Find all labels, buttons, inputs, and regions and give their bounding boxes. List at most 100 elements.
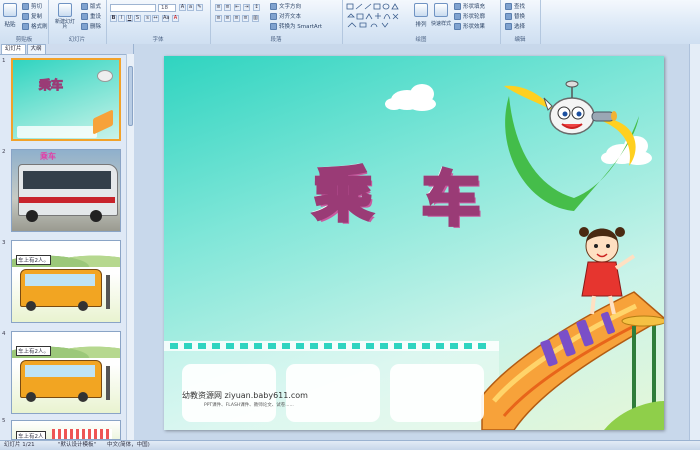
editing-group: 查找 替换 选择 编辑 (500, 0, 541, 44)
slide-editing-area: 乘 车 幼教资源网 ziyuan.baby611.com PPT课件、FLASH… (134, 44, 700, 440)
slide-thumbnail[interactable]: 乘车 (11, 149, 121, 232)
slide-title-char-1[interactable]: 乘 (312, 148, 374, 232)
font-size-combo[interactable]: 18 (158, 4, 176, 12)
tab-outline[interactable]: 大纲 (26, 44, 46, 54)
find-button[interactable]: 查找 (505, 2, 525, 10)
quick-styles-icon (434, 3, 448, 17)
shapes-gallery[interactable] (346, 3, 410, 29)
shape-fill-button[interactable]: 形状填充 (454, 2, 485, 10)
shape-effects-button[interactable]: 形状效果 (454, 22, 485, 30)
slides-label: 幻灯片 (68, 37, 86, 43)
slide-scrollbar[interactable] (689, 44, 700, 440)
layout-button[interactable]: 版式 (81, 2, 101, 10)
replace-icon (505, 12, 512, 20)
delete-button[interactable]: 删除 (81, 22, 101, 30)
new-slide-button[interactable]: 新建幻灯片 (55, 3, 75, 30)
align-center-button[interactable]: ≡ (224, 15, 231, 22)
align-text-button[interactable]: 对齐文本 (270, 12, 301, 20)
copy-icon (22, 12, 29, 20)
watermark-sub: PPT课件、FLASH课件、教师论文、试卷...... (204, 403, 294, 408)
thumb-filmstrip (17, 126, 97, 138)
italic-button[interactable]: I (118, 15, 125, 22)
scissors-icon (22, 2, 29, 10)
quick-styles-button[interactable]: 快速样式 (431, 3, 451, 27)
thumb-caption: 车上有2人。 (16, 346, 51, 356)
shrink-font-button[interactable]: a (187, 4, 194, 11)
paragraph-group: ≡ ≡ ⇤ ⇥ ↕ ≡ ≡ ≡ ≡ ▥ 文字方向 对齐文本 转换为 SmartA… (210, 0, 343, 44)
change-case-button[interactable]: Aa (162, 15, 169, 22)
new-slide-icon (58, 3, 72, 17)
justify-button[interactable]: ≡ (242, 15, 249, 22)
format-painter-button[interactable]: 格式刷 (22, 22, 48, 30)
thumbnail-scrollbar[interactable] (126, 54, 134, 440)
shape-outline-button[interactable]: 形状轮廓 (454, 12, 485, 20)
copy-button[interactable]: 复制 (22, 12, 42, 20)
replace-button[interactable]: 替换 (505, 12, 525, 20)
font-label: 字体 (152, 37, 164, 43)
slide-number: 5 (2, 418, 6, 424)
brush-icon (22, 22, 29, 30)
effects-icon (454, 22, 461, 30)
font-name-combo[interactable] (110, 4, 156, 12)
language-status[interactable]: 中文(简体，中国) (107, 441, 150, 449)
text-direction-icon (270, 2, 277, 10)
align-text-icon (270, 12, 277, 20)
tab-slides[interactable]: 幻灯片 (1, 44, 26, 54)
watermark-main: 幼教资源网 ziyuan.baby611.com (182, 391, 308, 400)
cloud-left (385, 84, 436, 111)
slide-thumbnail[interactable]: 车上有2人。 (11, 240, 121, 323)
slides-group: 新建幻灯片 版式 重设 删除 幻灯片 (48, 0, 107, 44)
drawing-label: 绘图 (415, 37, 427, 43)
slide-number: 4 (2, 331, 6, 337)
smartart-button[interactable]: 转换为 SmartArt (270, 22, 322, 30)
drawing-group: 排列 快速样式 形状填充 形状轮廓 形状效果 绘图 (342, 0, 501, 44)
slide-thumbnail[interactable]: 乘车 (11, 58, 121, 141)
theme-name: "默认设计模板" (58, 442, 97, 448)
scrollbar-thumb[interactable] (128, 66, 133, 126)
align-left-button[interactable]: ≡ (215, 15, 222, 22)
slide-thumbnail[interactable]: 车上有2人 (11, 420, 121, 440)
current-slide[interactable]: 乘 车 幼教资源网 ziyuan.baby611.com PPT课件、FLASH… (164, 56, 664, 430)
numbering-button[interactable]: ≡ (224, 4, 231, 11)
thumb-title: 乘车 (40, 152, 56, 161)
select-button[interactable]: 选择 (505, 22, 525, 30)
binoculars-icon (505, 2, 512, 10)
spacing-button[interactable]: ↔ (152, 15, 159, 22)
decrease-indent-button[interactable]: ⇤ (234, 4, 241, 11)
slide-title-char-2[interactable]: 车 (420, 152, 482, 236)
cursor-icon (505, 22, 512, 30)
increase-indent-button[interactable]: ⇥ (243, 4, 250, 11)
line-spacing-button[interactable]: ↕ (253, 4, 260, 11)
paragraph-label: 段落 (270, 37, 282, 43)
cut-button[interactable]: 剪切 (22, 2, 42, 10)
text-direction-button[interactable]: 文字方向 (270, 2, 301, 10)
layout-icon (81, 2, 88, 10)
ribbon: 粘贴 剪切 复制 格式刷 剪贴板 新建幻灯片 版式 重设 删除 幻灯片 18 A… (0, 0, 700, 45)
reset-button[interactable]: 重设 (81, 12, 101, 20)
grow-font-button[interactable]: A (179, 4, 186, 11)
strikethrough-button[interactable]: S (134, 15, 141, 22)
bold-button[interactable]: B (110, 15, 117, 22)
fill-bucket-icon (454, 2, 461, 10)
slide-number: 2 (2, 149, 6, 155)
delete-icon (81, 22, 88, 30)
shadow-button[interactable]: s (144, 15, 151, 22)
clear-format-button[interactable]: ✎ (196, 4, 203, 11)
thumb-caption: 车上有2人 (16, 431, 46, 439)
bullets-button[interactable]: ≡ (215, 4, 222, 11)
arrange-icon (414, 3, 428, 17)
thumb-title: 乘车 (38, 78, 64, 93)
font-group: 18 A a ✎ B I U S s ↔ Aa A 字体 (106, 0, 211, 44)
clipboard-label: 剪贴板 (15, 37, 33, 43)
align-right-button[interactable]: ≡ (233, 15, 240, 22)
film-frame-3 (390, 364, 484, 422)
arrange-button[interactable]: 排列 (414, 3, 428, 28)
thumb-slide-shape (93, 109, 113, 135)
font-color-button[interactable]: A (172, 15, 179, 22)
slide-thumbnail[interactable]: 车上有2人。 (11, 331, 121, 414)
slides-pane: 幻灯片 大纲 1 乘车 2 乘车 3 车上有2人。 4 车上有2人。 5 车上有… (0, 44, 134, 440)
paste-button[interactable]: 粘贴 (3, 3, 17, 28)
columns-button[interactable]: ▥ (252, 15, 259, 22)
underline-button[interactable]: U (126, 15, 133, 22)
slide-number: 1 (2, 58, 6, 64)
